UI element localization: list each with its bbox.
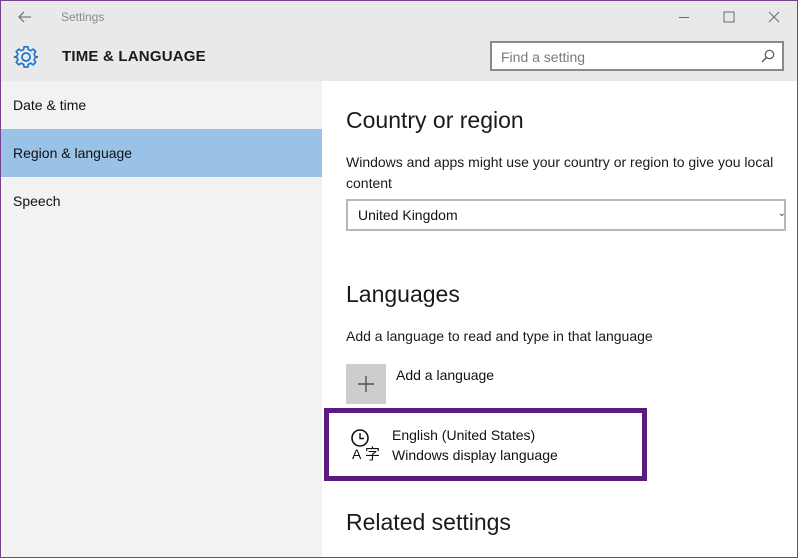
country-dropdown-value: United Kingdom xyxy=(358,207,458,223)
sidebar-item-label: Speech xyxy=(13,193,61,209)
language-subtitle: Windows display language xyxy=(392,447,558,463)
search-box[interactable] xyxy=(490,41,784,71)
sidebar: Date & time Region & language Speech xyxy=(1,81,322,557)
gear-icon xyxy=(13,46,39,68)
country-heading: Country or region xyxy=(346,107,524,133)
add-language-label[interactable]: Add a language xyxy=(396,367,494,383)
minimize-button[interactable] xyxy=(661,1,707,33)
minimize-icon xyxy=(679,17,689,18)
sidebar-item-label: Region & language xyxy=(13,145,133,161)
back-arrow-icon xyxy=(18,11,31,23)
country-description: Windows and apps might use your country … xyxy=(346,154,774,191)
language-icon: A 字 xyxy=(351,429,380,462)
sidebar-item-region-language[interactable]: Region & language xyxy=(1,129,322,177)
settings-header: TIME & LANGUAGE xyxy=(1,33,797,81)
search-icon[interactable] xyxy=(760,48,776,64)
back-button[interactable] xyxy=(11,6,39,28)
languages-description: Add a language to read and type in that … xyxy=(346,328,653,344)
sidebar-item-date-time[interactable]: Date & time xyxy=(1,81,322,129)
sidebar-item-speech[interactable]: Speech xyxy=(1,177,322,225)
svg-text:A: A xyxy=(352,446,362,462)
main-content: Country or region Windows and apps might… xyxy=(322,81,797,557)
add-language-button[interactable] xyxy=(346,364,386,404)
country-dropdown[interactable]: United Kingdom ⌄ xyxy=(346,199,786,231)
language-name: English (United States) xyxy=(392,427,536,443)
app-title: Settings xyxy=(61,10,105,24)
maximize-icon xyxy=(723,11,735,23)
related-settings-heading: Related settings xyxy=(346,509,511,535)
languages-heading: Languages xyxy=(346,281,460,307)
chevron-down-icon: ⌄ xyxy=(777,208,786,219)
search-input[interactable] xyxy=(501,47,751,67)
close-icon xyxy=(768,11,780,23)
maximize-button[interactable] xyxy=(706,1,752,33)
section-title: TIME & LANGUAGE xyxy=(62,48,206,65)
plus-icon xyxy=(358,376,374,392)
title-bar: Settings xyxy=(1,1,797,33)
svg-text:字: 字 xyxy=(365,445,380,462)
settings-window: Settings TIME & LANGUAGE Find a setting … xyxy=(0,0,798,558)
sidebar-item-label: Date & time xyxy=(13,97,87,113)
language-item-english-us[interactable]: A 字 English (United States) Windows disp… xyxy=(324,408,647,481)
close-button[interactable] xyxy=(751,1,797,33)
